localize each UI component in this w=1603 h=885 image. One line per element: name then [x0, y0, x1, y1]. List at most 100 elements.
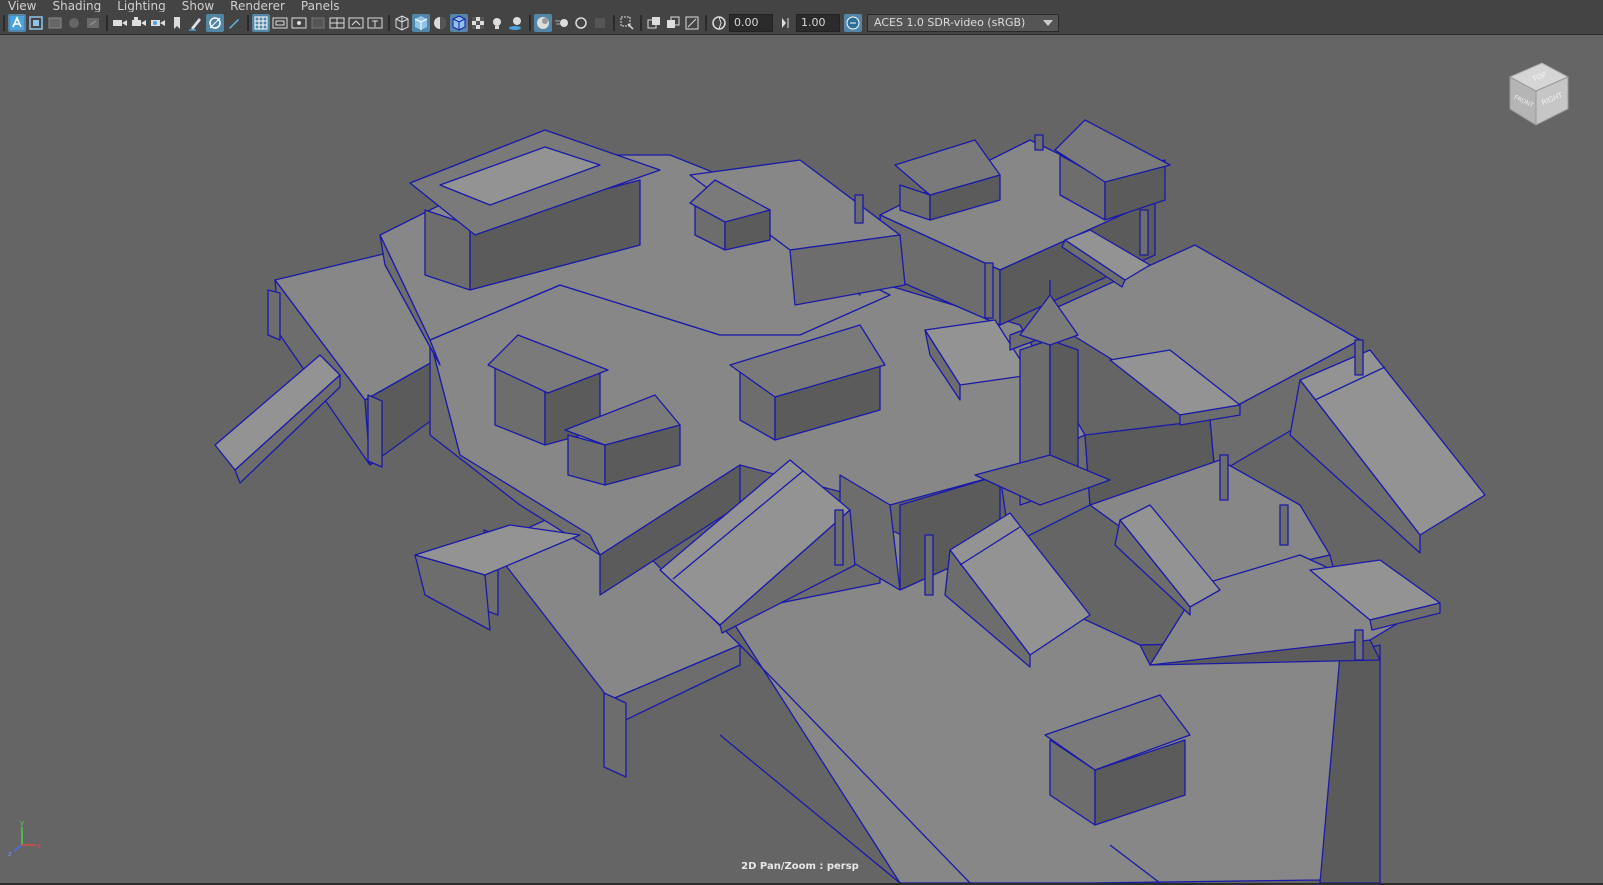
- xray-components-icon: [667, 16, 680, 28]
- anti-aliasing-button[interactable]: [572, 14, 590, 32]
- camera-attributes-button[interactable]: [27, 14, 45, 32]
- resolution-gate-button[interactable]: [149, 14, 167, 32]
- two-d-pan-zoom-button[interactable]: [84, 14, 102, 32]
- menu-show[interactable]: Show: [182, 0, 214, 12]
- film-gate-frame-icon: [272, 17, 288, 29]
- toolbar-separator: [529, 15, 531, 31]
- field-chart-icon: [329, 17, 345, 29]
- safe-action-frame-icon: [348, 17, 364, 29]
- view-transform-button[interactable]: [844, 14, 862, 32]
- axis-z-label: z: [8, 850, 12, 857]
- camera-attributes-icon: [29, 16, 43, 30]
- bookmarks-button[interactable]: [46, 14, 64, 32]
- xray-icon: [647, 17, 660, 29]
- safe-action-toggle-button[interactable]: [347, 14, 365, 32]
- gamma-field[interactable]: 1.00: [796, 14, 840, 32]
- axis-y-label: y: [20, 819, 24, 827]
- wireframe-button[interactable]: [393, 14, 411, 32]
- default-material-button[interactable]: [431, 14, 449, 32]
- wireframe-on-shaded-icon: [452, 15, 466, 31]
- field-chart-button[interactable]: [168, 14, 186, 32]
- wireframe-cube-icon: [395, 15, 409, 31]
- menu-lighting[interactable]: Lighting: [117, 0, 166, 12]
- ambient-occlusion-icon: [537, 17, 549, 29]
- view-transform-select[interactable]: ACES 1.0 SDR-video (sRGB): [867, 14, 1059, 32]
- resolution-gate-toggle-button[interactable]: [290, 14, 308, 32]
- select-camera-button[interactable]: [8, 14, 26, 32]
- axis-x-label: x: [37, 842, 41, 850]
- field-chart-toggle-button[interactable]: [328, 14, 346, 32]
- checker-texture-icon: [472, 17, 484, 29]
- two-d-pan-zoom-icon: [87, 18, 99, 28]
- camera-name-label: 2D Pan/Zoom : persp: [741, 861, 859, 872]
- menu-view[interactable]: View: [8, 0, 36, 12]
- wireframe-on-shaded-button[interactable]: [450, 14, 468, 32]
- exposure-button[interactable]: [710, 14, 728, 32]
- bookmark-icon: [174, 17, 180, 29]
- axis-gizmo: y x z: [8, 819, 41, 857]
- default-material-icon: [434, 17, 446, 29]
- film-gate-toggle-button[interactable]: [271, 14, 289, 32]
- gate-mask-button[interactable]: [309, 14, 327, 32]
- view-cube[interactable]: TOP RIGHT FRONT: [1500, 55, 1576, 135]
- safe-action-icon: [209, 17, 221, 29]
- xray-active-components-button[interactable]: [664, 14, 682, 32]
- resolution-gate-icon: [151, 20, 165, 26]
- view-transform-value: ACES 1.0 SDR-video (sRGB): [874, 16, 1026, 29]
- left-ramp: [214, 354, 341, 484]
- grease-pencil-icon: [189, 18, 201, 31]
- film-gate-icon: [132, 17, 146, 26]
- menu-panels[interactable]: Panels: [301, 0, 340, 12]
- isolate-select-icon: [620, 16, 634, 30]
- isolate-select-button[interactable]: [618, 14, 636, 32]
- toolbar-separator: [3, 15, 5, 31]
- toolbar-separator: [613, 15, 615, 31]
- film-gate-button[interactable]: [130, 14, 148, 32]
- grid-icon: [254, 16, 268, 30]
- gamma-button[interactable]: [777, 14, 795, 32]
- motion-blur-button[interactable]: [553, 14, 571, 32]
- grid-toggle-button[interactable]: [252, 14, 270, 32]
- gamma-icon: [782, 18, 789, 28]
- camera-button[interactable]: [111, 14, 129, 32]
- toolbar-separator: [388, 15, 390, 31]
- panel-toolbar: 0.00 1.00 ACES 1.0 SDR-video (sRGB): [0, 12, 1603, 35]
- pen-icon: [229, 19, 239, 29]
- color-management-icon: [846, 16, 860, 30]
- scene-render: .w { stroke:#1a1aa8; stroke-width:1.3; s…: [214, 119, 1486, 883]
- textured-button[interactable]: [469, 14, 487, 32]
- smooth-shade-cube-icon: [414, 16, 428, 30]
- maya-viewport-panel: View Shading Lighting Show Renderer Pane…: [0, 0, 1603, 885]
- motion-blur-icon: [555, 19, 568, 27]
- xray-button[interactable]: [645, 14, 663, 32]
- safe-title-button[interactable]: [225, 14, 243, 32]
- movie-camera-icon: [113, 20, 127, 26]
- stair-far-right: [1289, 349, 1486, 554]
- image-plane-icon: [69, 18, 79, 28]
- menu-renderer[interactable]: Renderer: [230, 0, 285, 12]
- resolution-frame-icon: [291, 17, 307, 29]
- panel-menubar: View Shading Lighting Show Renderer Pane…: [0, 0, 1603, 12]
- xray-joints-button[interactable]: [683, 14, 701, 32]
- safe-title-frame-icon: [367, 17, 383, 29]
- exposure-field[interactable]: 0.00: [729, 14, 773, 32]
- safe-title-toggle-button[interactable]: [366, 14, 384, 32]
- chevron-down-icon: [1040, 15, 1056, 31]
- shadows-button[interactable]: [507, 14, 525, 32]
- bookmarks-icon: [48, 17, 62, 29]
- toolbar-separator: [640, 15, 642, 31]
- 3d-viewport[interactable]: .w { stroke:#1a1aa8; stroke-width:1.3; s…: [0, 35, 1603, 883]
- smooth-shade-button[interactable]: [412, 14, 430, 32]
- toolbar-separator: [247, 15, 249, 31]
- image-plane-button[interactable]: [65, 14, 83, 32]
- toolbar-separator: [705, 15, 707, 31]
- depth-of-field-icon: [595, 18, 605, 28]
- grease-pencil-button[interactable]: [187, 14, 205, 32]
- depth-of-field-button[interactable]: [591, 14, 609, 32]
- screen-space-ambient-occlusion-button[interactable]: [534, 14, 552, 32]
- select-camera-icon: [10, 16, 24, 30]
- safe-action-button[interactable]: [206, 14, 224, 32]
- use-all-lights-button[interactable]: [488, 14, 506, 32]
- menu-shading[interactable]: Shading: [52, 0, 101, 12]
- exposure-icon: [712, 16, 726, 30]
